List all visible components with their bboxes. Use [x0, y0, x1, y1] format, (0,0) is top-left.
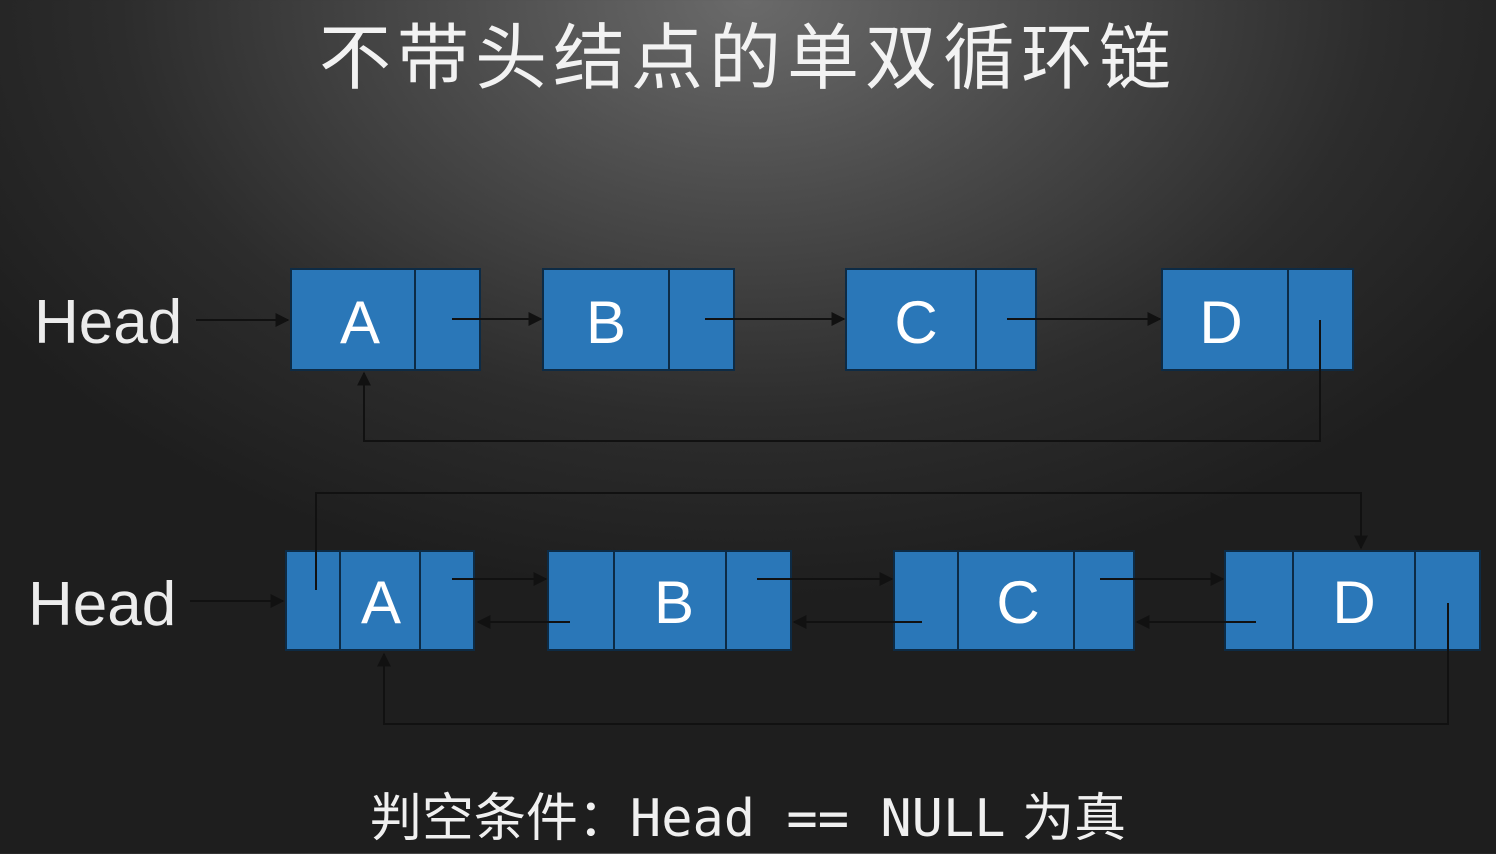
next-cell: [725, 550, 792, 651]
node-label: B: [586, 289, 626, 356]
empty-condition-label: 判空条件：: [369, 789, 630, 849]
empty-condition-expression: Head == NULL: [629, 789, 1006, 849]
empty-condition-suffix: 为真: [1022, 789, 1127, 849]
next-cell: [419, 550, 475, 651]
prev-cell: [547, 550, 615, 651]
prev-cell: [1224, 550, 1294, 651]
singly-node-a: A: [290, 268, 481, 371]
next-cell: [1073, 550, 1135, 651]
node-label: D: [1199, 289, 1242, 356]
node-label: C: [996, 569, 1039, 636]
prev-cell: [893, 550, 959, 651]
node-label: B: [654, 569, 694, 636]
doubly-node-c: C: [893, 550, 1135, 651]
doubly-circular-list: A B C D: [190, 492, 1481, 725]
node-label: C: [894, 289, 937, 356]
empty-condition-text: 判空条件：Head == NULL 为真: [0, 784, 1496, 854]
singly-circular-list: A B C D: [196, 268, 1354, 442]
prev-cell: [285, 550, 341, 651]
node-label: A: [361, 569, 401, 636]
linked-list-diagram: A B C D A B C D: [190, 268, 1481, 725]
node-label: A: [340, 289, 380, 356]
doubly-node-b: B: [547, 550, 792, 651]
singly-node-d: D: [1161, 268, 1354, 371]
doubly-node-d: D: [1224, 550, 1481, 651]
doubly-node-a: A: [285, 550, 475, 651]
node-label: D: [1332, 569, 1375, 636]
